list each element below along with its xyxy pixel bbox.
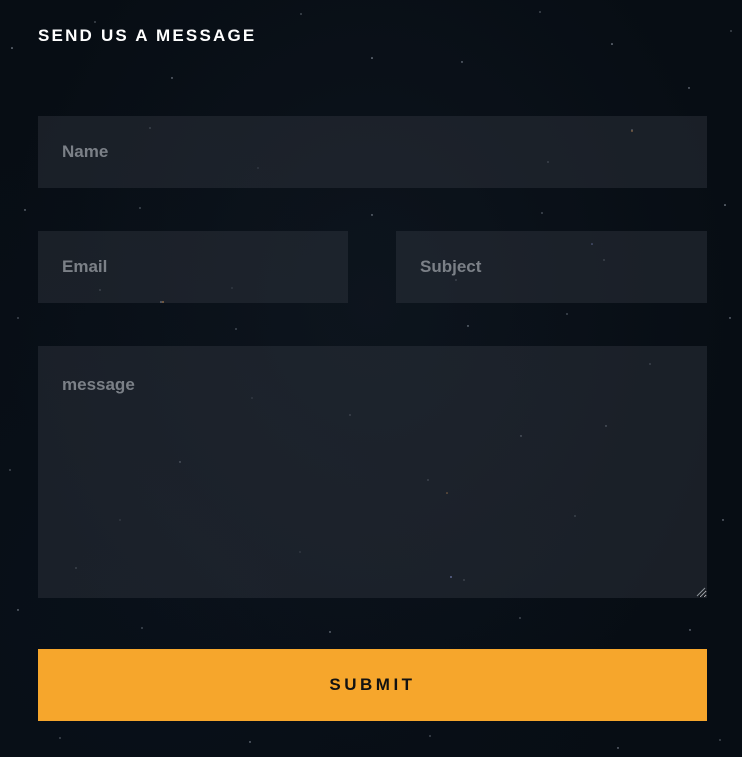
message-field[interactable] bbox=[38, 346, 707, 598]
name-field[interactable] bbox=[38, 116, 707, 188]
subject-field[interactable] bbox=[396, 231, 707, 303]
email-field[interactable] bbox=[38, 231, 348, 303]
submit-button[interactable]: SUBMIT bbox=[38, 649, 707, 721]
form-title: SEND US A MESSAGE bbox=[38, 26, 257, 45]
